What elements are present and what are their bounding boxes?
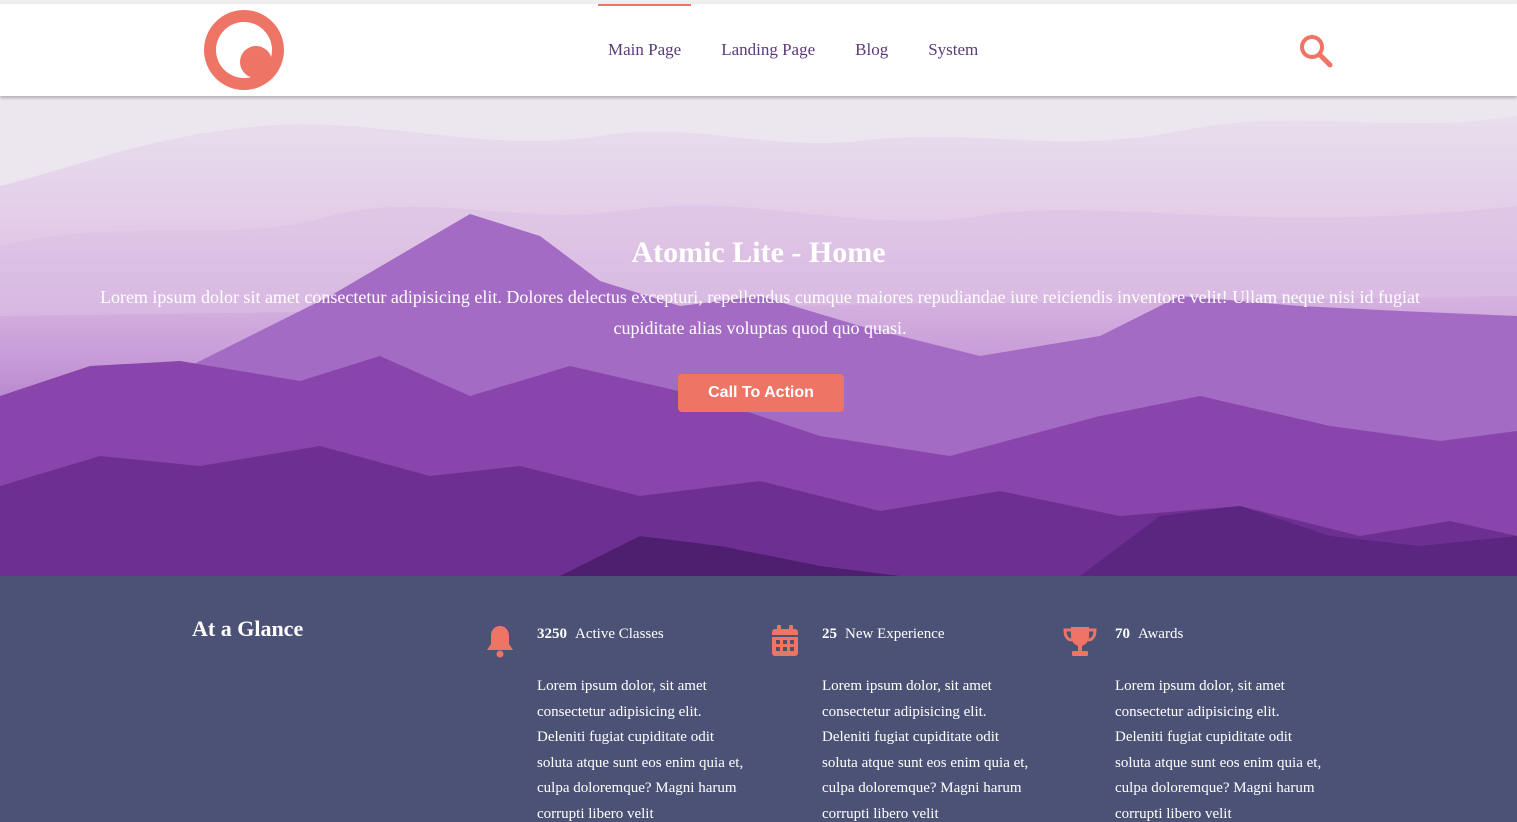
logo[interactable] [204, 10, 284, 90]
nav-item-system[interactable]: System [908, 4, 998, 96]
hero-title: Atomic Lite - Home [631, 236, 886, 269]
nav-item-landing-page[interactable]: Landing Page [701, 4, 835, 96]
stat-number: 3250 [537, 626, 567, 642]
stat-label: Awards [1138, 626, 1184, 642]
hero-description: Lorem ipsum dolor sit amet consectetur a… [99, 287, 1421, 338]
stat-number: 70 [1115, 626, 1130, 642]
call-to-action-button[interactable]: Call To Action [678, 374, 844, 412]
nav-item-main-page[interactable]: Main Page [588, 4, 701, 96]
stat-number: 25 [822, 626, 837, 642]
nav-item-blog[interactable]: Blog [835, 4, 908, 96]
bell-icon [485, 624, 515, 658]
trophy-icon [1063, 624, 1097, 658]
feature-description: Lorem ipsum dolor, sit amet consectetur … [537, 678, 744, 822]
stat-label: Active Classes [575, 626, 664, 642]
site-header: Main Page Landing Page Blog System [0, 4, 1517, 96]
stat-label: New Experience [845, 626, 945, 642]
main-nav: Main Page Landing Page Blog System [588, 4, 998, 96]
feature-description: Lorem ipsum dolor, sit amet consectetur … [1115, 678, 1322, 822]
calendar-icon [770, 624, 800, 658]
feature-description: Lorem ipsum dolor, sit amet consectetur … [822, 678, 1029, 822]
hero-banner: Atomic Lite - Home Lorem ipsum dolor sit… [0, 96, 1517, 576]
at-a-glance-section: At a Glance 3250 Active Classes Lorem ips… [0, 576, 1517, 822]
search-icon[interactable] [1298, 33, 1334, 69]
section-title: At a Glance [192, 616, 304, 641]
